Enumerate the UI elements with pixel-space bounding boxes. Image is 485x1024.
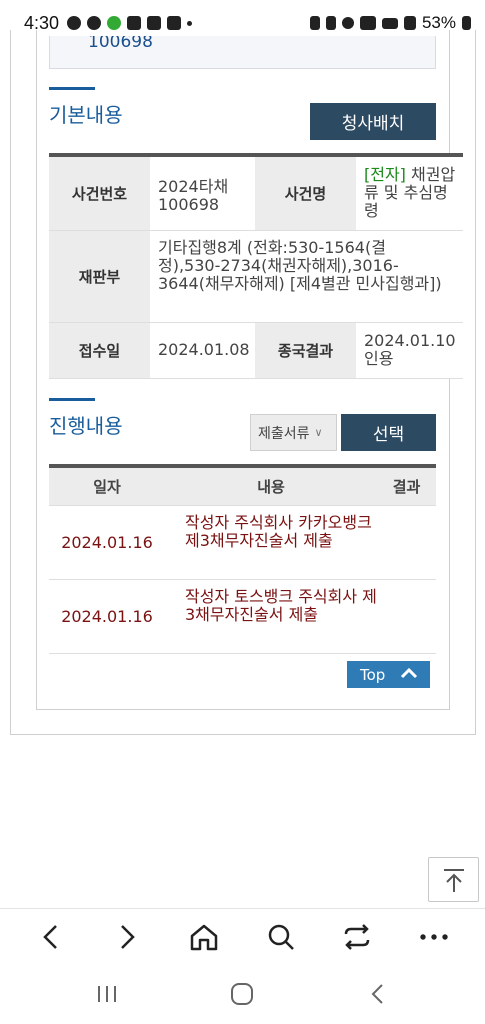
app-icon bbox=[167, 16, 182, 30]
final-result-label: 종국결과 bbox=[255, 323, 356, 378]
progress-section-title: 진행내용 bbox=[49, 414, 123, 438]
back-nav-icon bbox=[371, 984, 383, 1004]
section-accent-bar bbox=[49, 398, 95, 401]
battery-icon bbox=[462, 16, 471, 30]
basic-section-title: 기본내용 bbox=[49, 103, 123, 127]
previous-table-cell: 100698 bbox=[49, 36, 436, 69]
chevron-left-icon bbox=[43, 925, 57, 949]
table-row: 접수일 2024.01.08 종국결과 2024.01.10 인용 bbox=[49, 323, 463, 379]
naver-icon bbox=[107, 16, 122, 30]
notification-icons bbox=[67, 16, 193, 30]
more-icon bbox=[420, 934, 448, 940]
tabs-button[interactable] bbox=[340, 921, 374, 953]
home-button[interactable] bbox=[187, 921, 221, 953]
column-header: 결과 bbox=[392, 478, 421, 496]
table-row: 사건번호 2024타채 100698 사건명 [전자] 채권압류 및 추심명령 bbox=[49, 157, 463, 231]
lock-icon bbox=[309, 16, 320, 30]
previous-cell-text: 100698 bbox=[88, 36, 153, 52]
more-notifications-icon bbox=[187, 20, 193, 26]
case-number-label: 사건번호 bbox=[49, 157, 150, 230]
section-accent-bar bbox=[49, 87, 95, 90]
select-value: 제출서류 bbox=[258, 425, 310, 442]
chevron-up-icon bbox=[400, 667, 418, 682]
alarm-icon bbox=[341, 17, 354, 29]
column-header: 일자 bbox=[93, 478, 121, 496]
home-icon bbox=[190, 924, 218, 951]
entry-result bbox=[377, 506, 436, 579]
app-icon bbox=[147, 16, 162, 30]
table-row: 2024.01.16 작성자 주식회사 카카오뱅크 제3채무자진술서 제출 bbox=[49, 506, 436, 580]
case-number-value: 2024타채 100698 bbox=[150, 157, 255, 230]
system-navigation-bar bbox=[0, 964, 485, 1024]
court-value: 기타집행8계 (전화:530-1564(결정),530-2734(채권자해제),… bbox=[150, 231, 463, 322]
arrow-up-to-line-icon bbox=[443, 868, 464, 892]
column-header: 내용 bbox=[257, 478, 285, 496]
browser-toolbar bbox=[0, 908, 485, 964]
case-name-cell: [전자] 채권압류 및 추심명령 bbox=[356, 157, 463, 230]
back-nav-button[interactable] bbox=[358, 980, 398, 1008]
app-icon bbox=[127, 16, 142, 30]
entry-date: 2024.01.16 bbox=[61, 607, 153, 626]
scroll-to-top-button[interactable] bbox=[428, 857, 479, 902]
recent-apps-button[interactable] bbox=[87, 980, 127, 1008]
more-menu-button[interactable] bbox=[417, 921, 451, 953]
final-result-value: 2024.01.10 인용 bbox=[356, 323, 463, 378]
search-icon bbox=[268, 924, 294, 950]
courthouse-layout-button[interactable]: 청사배치 bbox=[310, 103, 436, 140]
entry-content: 작성자 주식회사 카카오뱅크 제3채무자진술서 제출 bbox=[185, 513, 372, 550]
home-nav-button[interactable] bbox=[222, 980, 262, 1008]
received-date-label: 접수일 bbox=[49, 323, 150, 378]
chevron-down-icon: ∨ bbox=[314, 426, 323, 439]
document-type-select[interactable]: 제출서류 ∨ bbox=[250, 414, 337, 451]
app-icon bbox=[87, 16, 102, 30]
basic-info-table: 사건번호 2024타채 100698 사건명 [전자] 채권압류 및 추심명령 … bbox=[49, 153, 463, 379]
entry-content: 작성자 토스뱅크 주식회사 제3채무자진술서 제출 bbox=[185, 587, 377, 624]
recent-apps-icon bbox=[98, 986, 116, 1002]
top-button[interactable]: Top bbox=[347, 661, 430, 688]
back-button[interactable] bbox=[34, 921, 68, 953]
home-nav-icon bbox=[231, 983, 253, 1005]
hd-icon bbox=[381, 17, 398, 29]
top-button-label: Top bbox=[360, 665, 386, 684]
table-row: 2024.01.16 작성자 토스뱅크 주식회사 제3채무자진술서 제출 bbox=[49, 580, 436, 654]
select-button[interactable]: 선택 bbox=[341, 414, 436, 451]
chevron-right-icon bbox=[121, 925, 135, 949]
received-date-value: 2024.01.08 bbox=[150, 323, 255, 378]
entry-result bbox=[377, 580, 436, 653]
case-name-label: 사건명 bbox=[255, 157, 356, 230]
signal-icon bbox=[403, 16, 416, 30]
wifi-icon bbox=[359, 16, 376, 30]
tabs-switch-icon bbox=[344, 924, 370, 950]
electronic-tag: [전자] bbox=[364, 165, 406, 184]
search-button[interactable] bbox=[264, 921, 298, 953]
talk-icon bbox=[67, 16, 82, 30]
entry-date: 2024.01.16 bbox=[61, 533, 153, 552]
progress-table: 일자 내용 결과 2024.01.16 작성자 주식회사 카카오뱅크 제3채무자… bbox=[49, 464, 436, 654]
court-label: 재판부 bbox=[49, 231, 150, 322]
mute-icon bbox=[325, 16, 336, 30]
table-header-row: 일자 내용 결과 bbox=[49, 468, 436, 506]
table-row: 재판부 기타집행8계 (전화:530-1564(결정),530-2734(채권자… bbox=[49, 231, 463, 323]
forward-button[interactable] bbox=[110, 921, 144, 953]
